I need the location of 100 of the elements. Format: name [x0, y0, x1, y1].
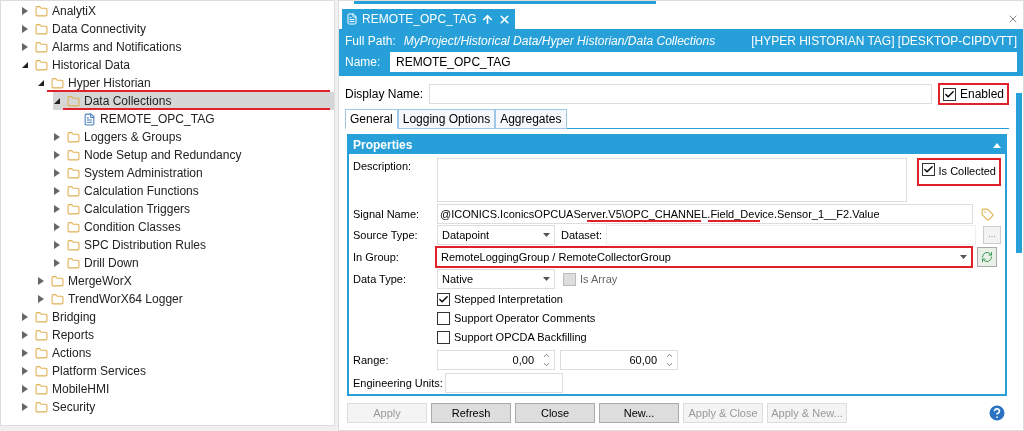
tree-item-label: Security — [52, 399, 96, 416]
tree-item[interactable]: Data Connectivity — [21, 20, 151, 38]
dropdown-caret-icon[interactable] — [960, 255, 968, 259]
option-checkbox[interactable] — [437, 312, 451, 325]
close-icon[interactable] — [1007, 13, 1019, 25]
tree-item[interactable]: Historical Data — [21, 56, 135, 74]
is-collected-label: Is Collected — [938, 164, 996, 179]
tree-item[interactable]: Alarms and Notifications — [21, 38, 186, 56]
folder-icon — [67, 220, 80, 234]
tree-item[interactable]: REMOTE_OPC_TAG — [69, 110, 219, 128]
tree-item-label: Drill Down — [84, 255, 139, 272]
data-type-dropdown[interactable]: Native — [437, 269, 556, 289]
spinner-icon[interactable] — [542, 351, 552, 369]
tree-item[interactable]: Actions — [21, 344, 96, 362]
name-label: Name: — [345, 54, 382, 71]
action-button[interactable]: Close — [515, 403, 596, 423]
tree-item[interactable]: TrendWorX64 Logger — [37, 290, 187, 308]
expanded-arrow-icon[interactable] — [21, 61, 31, 69]
display-name-field[interactable] — [429, 84, 932, 104]
tree-item-label: MergeWorX — [68, 273, 132, 290]
dataset-field[interactable] — [606, 225, 976, 245]
spinner-icon[interactable] — [665, 351, 675, 369]
collapse-icon[interactable] — [993, 142, 1001, 148]
range-label: Range: — [353, 352, 390, 368]
signal-name-field[interactable]: @ICONICS.IconicsOPCUAServer.V5\OPC_CHANNEL.Field_Device.Sensor_1__F2.Value — [437, 204, 974, 224]
tree-item[interactable]: Bridging — [21, 308, 101, 326]
folder-icon — [35, 310, 48, 324]
dropdown-caret-icon[interactable] — [543, 277, 551, 281]
folder-icon — [35, 328, 48, 342]
action-button[interactable]: New... — [599, 403, 680, 423]
display-name-label: Display Name: — [345, 86, 424, 103]
tree-item[interactable]: Loggers & Groups — [53, 128, 186, 146]
tree-item[interactable]: Condition Classes — [53, 218, 185, 236]
tree-item-label: Historical Data — [52, 57, 131, 74]
tree-item-label: Loggers & Groups — [84, 129, 182, 146]
help-icon[interactable] — [987, 403, 1007, 423]
name-field[interactable]: REMOTE_OPC_TAG — [390, 52, 1017, 72]
folder-icon — [67, 130, 80, 144]
tree-item-label: Alarms and Notifications — [52, 39, 182, 56]
folder-icon — [35, 4, 48, 18]
tree-item-label: Data Connectivity — [52, 21, 147, 38]
in-group-dropdown[interactable]: RemoteLoggingGroup / RemoteCollectorGroup — [435, 246, 974, 268]
expanded-arrow-icon[interactable] — [37, 79, 47, 87]
tree-item[interactable]: SPC Distribution Rules — [53, 236, 211, 254]
tree-item[interactable]: MergeWorX — [37, 272, 136, 290]
range-max-field[interactable]: 60,00 — [560, 350, 679, 370]
tree-item-label: SPC Distribution Rules — [84, 237, 207, 254]
tab[interactable]: Logging Options — [397, 109, 496, 129]
dropdown-caret-icon[interactable] — [543, 233, 551, 237]
engineering-units-label: Engineering Units: — [353, 375, 444, 391]
option-checkbox[interactable] — [437, 293, 451, 306]
tree-item-label: Bridging — [52, 309, 97, 326]
tree-item[interactable]: Hyper Historian — [37, 74, 155, 92]
tree-item-label: Actions — [52, 345, 92, 362]
folder-icon — [35, 382, 48, 396]
tree-item[interactable]: AnalytiX — [21, 2, 101, 20]
tab[interactable]: Aggregates — [495, 109, 567, 129]
tree-item[interactable]: Security — [21, 398, 100, 416]
folder-icon — [35, 58, 48, 72]
tree-item-label: Calculation Functions — [84, 183, 199, 200]
document-icon — [346, 13, 359, 25]
is-array-label: Is Array — [580, 271, 618, 287]
signal-name-label: Signal Name: — [353, 206, 421, 222]
tree-item-label: System Administration — [84, 165, 203, 182]
tree-item-label: Hyper Historian — [68, 75, 151, 92]
tree-item[interactable]: Calculation Functions — [53, 182, 203, 200]
close-icon[interactable] — [497, 12, 511, 26]
enabled-checkbox[interactable]: Enabled — [937, 83, 1009, 105]
folder-icon — [51, 292, 64, 306]
tree-item[interactable]: Node Setup and Redundancy — [53, 146, 246, 164]
tree-item-label: Calculation Triggers — [84, 201, 191, 218]
option-label: Support Operator Comments — [454, 311, 596, 327]
tree-item[interactable]: Drill Down — [53, 254, 143, 272]
tree-item[interactable]: Platform Services — [21, 362, 151, 380]
source-type-dropdown[interactable]: Datapoint — [437, 225, 556, 245]
expanded-arrow-icon[interactable] — [53, 97, 63, 105]
tree-item[interactable]: MobileHMI — [21, 380, 114, 398]
pin-icon[interactable] — [480, 12, 494, 26]
option-checkbox[interactable] — [437, 331, 451, 344]
folder-icon — [67, 184, 80, 198]
data-type-label: Data Type: — [353, 271, 408, 287]
annotation-underline — [708, 220, 761, 222]
action-button[interactable]: Refresh — [431, 403, 512, 423]
full-path-label: Full Path: — [345, 33, 396, 50]
option-label: Support OPCDA Backfilling — [454, 330, 587, 346]
range-min-field[interactable]: 0,00 — [437, 350, 556, 370]
description-field[interactable] — [437, 158, 908, 202]
tree-item-label: Data Collections — [84, 93, 172, 110]
refresh-button[interactable] — [977, 247, 998, 267]
engineering-units-field[interactable] — [445, 373, 564, 393]
enabled-label: Enabled — [959, 86, 1004, 103]
is-collected-checkbox[interactable]: Is Collected — [916, 158, 1001, 186]
folder-icon — [51, 274, 64, 288]
tree-item[interactable]: System Administration — [53, 164, 207, 182]
checkbox[interactable] — [942, 87, 956, 101]
checkbox[interactable] — [921, 163, 935, 176]
tab[interactable]: General — [345, 109, 398, 129]
tree-item[interactable]: Reports — [21, 326, 99, 344]
folder-icon — [35, 400, 48, 414]
tree-item[interactable]: Calculation Triggers — [53, 200, 195, 218]
